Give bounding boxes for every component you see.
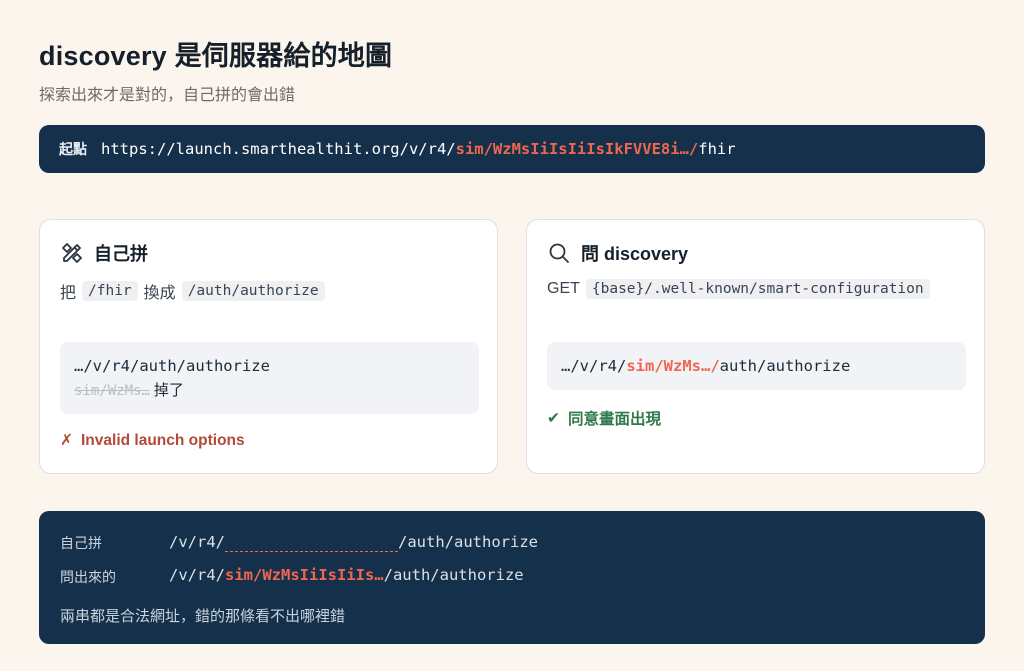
origin-label: 起點	[59, 141, 87, 157]
self-built-title: 自己拼	[94, 244, 148, 264]
path-chip-authorize: /auth/authorize	[181, 281, 325, 301]
discovery-title: 問 discovery	[581, 244, 689, 264]
row1-path: /v/r4/ /auth/authorize	[169, 532, 538, 552]
path-chip-fhir: /fhir	[82, 281, 138, 301]
origin-url-suffix: fhir	[698, 140, 736, 158]
page-title: discovery 是伺服器給的地圖	[39, 41, 393, 71]
code-highlight: sim/WzMs…/	[626, 357, 720, 375]
missing-gap	[225, 532, 398, 552]
discovery-result-url: …/v/r4/sim/WzMs…/auth/authorize	[547, 342, 966, 390]
page-subtitle: 探索出來才是對的，自己拼的會出錯	[39, 87, 296, 104]
discovery-description: GET {base}/.well-known/smart-configurati…	[547, 279, 930, 299]
self-built-header: 自己拼	[60, 240, 148, 266]
search-icon	[547, 241, 571, 265]
row2-path: /v/r4/sim/WzMsIiIsIiIs…/auth/authorize	[169, 566, 524, 584]
dropped-segment-line: sim/WzMs… 掉了	[74, 378, 465, 403]
code-line: …/v/r4/auth/authorize	[74, 357, 270, 375]
code-prefix: …/v/r4/	[561, 357, 627, 375]
self-built-result-url: …/v/r4/auth/authorize sim/WzMs… 掉了	[60, 342, 479, 414]
error-message: Invalid launch options	[81, 431, 245, 449]
check-icon: ✔	[547, 409, 560, 427]
path-chip-well-known: {base}/.well-known/smart-configuration	[585, 279, 930, 299]
row2-highlight: sim/WzMsIiIsIiIs…	[225, 566, 384, 584]
dropped-note: 掉了	[153, 381, 184, 399]
self-built-description: 把 /fhir 換成 /auth/authorize	[60, 279, 325, 303]
discovery-card: 問 discovery GET {base}/.well-known/smart…	[526, 219, 985, 474]
error-result: ✗ Invalid launch options	[60, 431, 245, 450]
origin-bar: 起點 https://launch.smarthealthit.org/v/r4…	[39, 125, 985, 173]
code-suffix: auth/authorize	[719, 357, 851, 375]
row2-prefix: /v/r4/	[169, 566, 225, 584]
desc-middle: 換成	[143, 285, 176, 302]
self-built-card: 自己拼 把 /fhir 換成 /auth/authorize …/v/r4/au…	[39, 219, 498, 474]
origin-url-highlight: sim/WzMsIiIsIiIsIkFVVE8i…/	[455, 140, 699, 158]
success-result: ✔ 同意畫面出現	[547, 407, 661, 429]
discovery-header: 問 discovery	[547, 240, 688, 266]
row1-prefix: /v/r4/	[169, 533, 225, 551]
origin-url-prefix: https://launch.smarthealthit.org/v/r4/	[101, 140, 456, 158]
row1-suffix: /auth/authorize	[398, 533, 538, 551]
pencil-ruler-icon	[60, 241, 84, 265]
dropped-segment: sim/WzMs…	[74, 383, 150, 399]
comparison-note: 兩串都是合法網址，錯的那條看不出哪裡錯	[60, 608, 346, 625]
row1-label: 自己拼	[60, 535, 102, 551]
desc-prefix: 把	[60, 285, 77, 302]
success-message: 同意畫面出現	[568, 411, 662, 428]
http-method: GET	[547, 280, 580, 297]
row2-label: 問出來的	[60, 569, 116, 585]
cross-icon: ✗	[60, 432, 73, 449]
origin-url[interactable]: https://launch.smarthealthit.org/v/r4/si…	[101, 140, 736, 158]
row2-suffix: /auth/authorize	[383, 566, 524, 584]
comparison-panel: 自己拼 /v/r4/ /auth/authorize 問出來的 /v/r4/sim…	[39, 511, 985, 644]
